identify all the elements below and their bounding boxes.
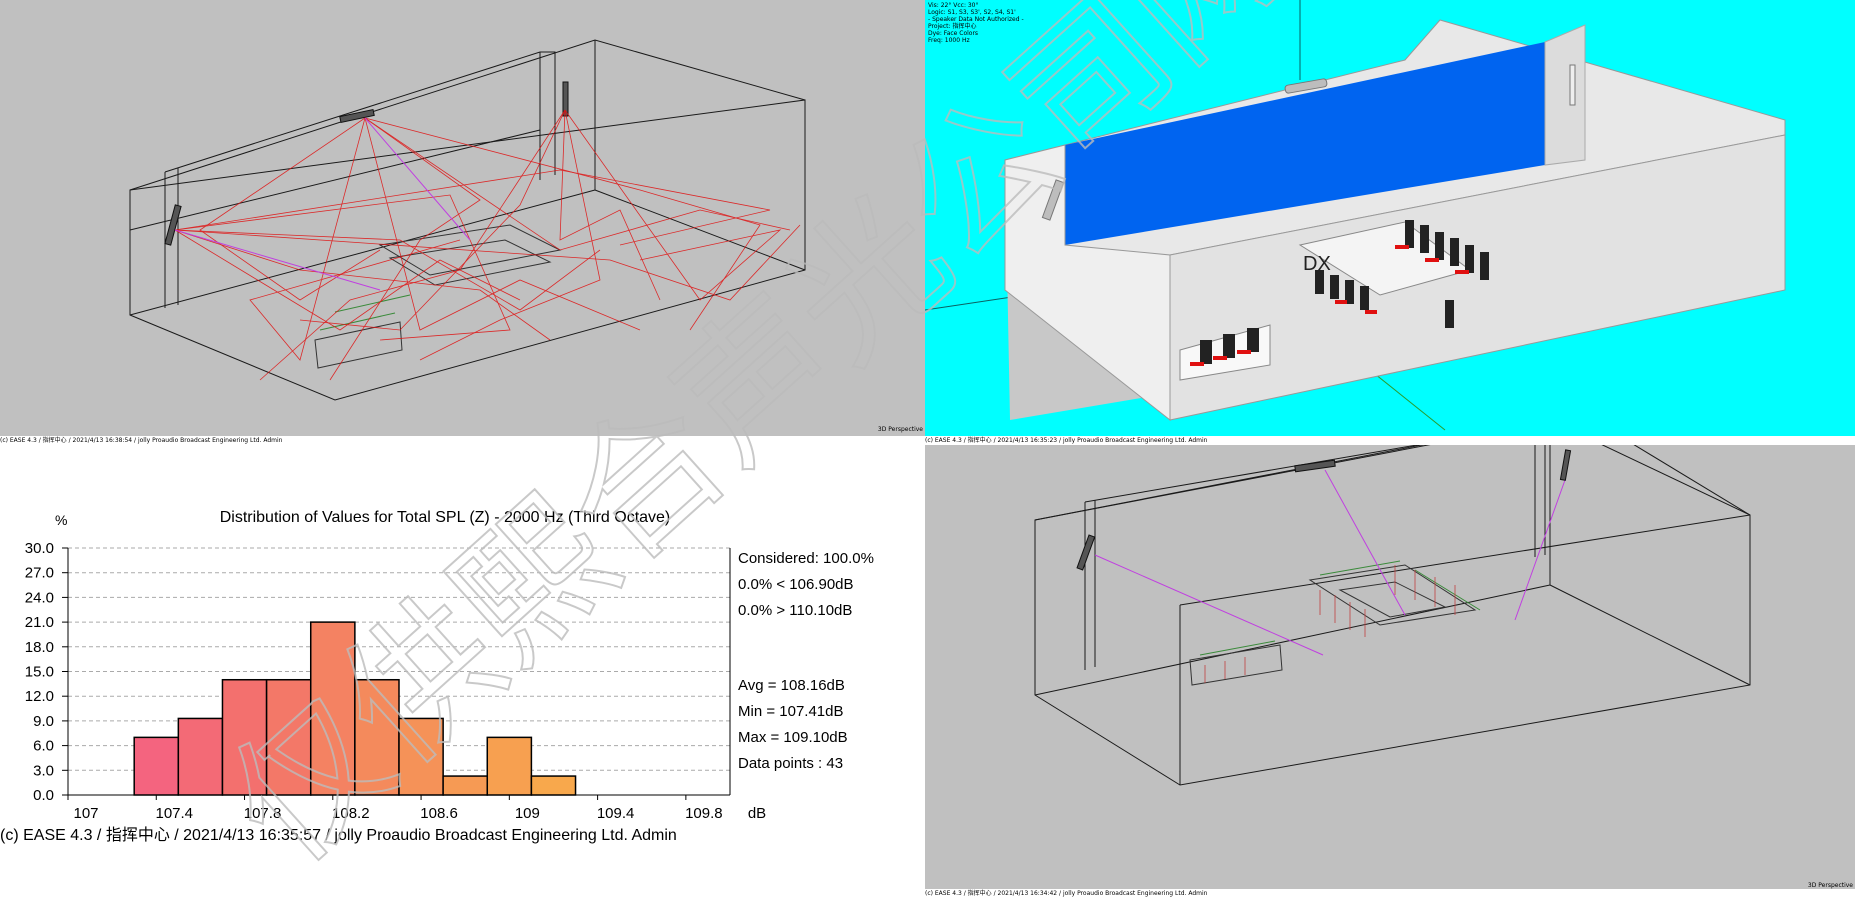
x-tick-label: 107.4 xyxy=(155,805,193,822)
histogram-bar xyxy=(442,775,489,796)
status-bar: (c) EASE 4.3 / 指挥中心 / 2021/4/13 16:38:54… xyxy=(0,436,925,445)
y-tick-label: 24.0 xyxy=(25,589,54,606)
x-axis-label: dB xyxy=(748,805,766,822)
histogram-bar xyxy=(221,678,268,796)
spl-histogram: Distribution of Values for Total SPL (Z)… xyxy=(0,509,874,844)
y-tick-label: 6.0 xyxy=(33,738,54,755)
room-wireframe xyxy=(1034,445,1751,786)
histogram-bar xyxy=(177,717,224,796)
room-wireframe xyxy=(129,39,806,401)
stat-text: 0.0% < 106.90dB xyxy=(738,576,854,593)
stat-text: Max = 109.10dB xyxy=(738,729,848,746)
stat-text: Min = 107.41dB xyxy=(738,703,844,720)
direct-rays xyxy=(1094,469,1566,656)
y-axis-label: % xyxy=(55,512,67,528)
side-wall xyxy=(1544,24,1586,166)
speaker-icons xyxy=(164,81,569,246)
histogram-bar xyxy=(265,678,312,796)
stat-text: Considered: 100.0% xyxy=(738,550,874,567)
histogram-bar xyxy=(133,736,180,796)
stat-text: Avg = 108.16dB xyxy=(738,677,845,694)
histogram-footer: (c) EASE 4.3 / 指挥中心 / 2021/4/13 16:35:57… xyxy=(0,826,677,844)
direct-rays xyxy=(174,117,471,291)
x-tick-label: 109.4 xyxy=(597,805,635,822)
y-tick-label: 15.0 xyxy=(25,664,54,681)
x-tick-label: 108.2 xyxy=(332,805,370,822)
ray-paths xyxy=(174,109,801,381)
room-label: DX xyxy=(1303,253,1331,275)
x-tick-label: 108.6 xyxy=(420,805,458,822)
stat-text: Data points : 43 xyxy=(738,755,843,772)
speaker-icons xyxy=(1076,449,1572,571)
spl-histogram-panel: Distribution of Values for Total SPL (Z)… xyxy=(0,445,925,898)
y-tick-label: 27.0 xyxy=(25,565,54,582)
render-info: Vis: 22° Vcc: 30° Logic: S1, S3, S3', S2… xyxy=(928,2,1024,44)
status-bar: (c) EASE 4.3 / 指挥中心 / 2021/4/13 16:34:42… xyxy=(925,889,1855,898)
y-tick-label: 30.0 xyxy=(25,540,54,557)
chart-title: Distribution of Values for Total SPL (Z)… xyxy=(220,509,671,526)
x-tick-label: 109 xyxy=(515,805,540,822)
y-tick-label: 9.0 xyxy=(33,713,54,730)
y-tick-label: 18.0 xyxy=(25,639,54,656)
render-viewport[interactable]: DX xyxy=(925,0,1855,445)
view-bottom-right-wireframe[interactable]: 3D Perspective (c) EASE 4.3 / 指挥中心 / 202… xyxy=(925,445,1855,898)
histogram-bar xyxy=(530,775,577,796)
view-top-right-render[interactable]: DX Vis: 22° Vcc: 30° Logic: S1, S3, S3',… xyxy=(925,0,1855,445)
view-top-left-raytrace[interactable]: 3D Perspective (c) EASE 4.3 / 指挥中心 / 202… xyxy=(0,0,925,445)
x-tick-label: 107 xyxy=(73,805,98,822)
wireframe-viewport[interactable] xyxy=(925,445,1855,898)
y-tick-label: 12.0 xyxy=(25,688,54,705)
stat-text: 0.0% > 110.10dB xyxy=(738,602,852,619)
x-tick-label: 109.8 xyxy=(685,805,723,822)
view-mode-label: 3D Perspective xyxy=(877,426,923,433)
raytrace-viewport[interactable] xyxy=(0,0,925,445)
histogram-bar xyxy=(309,621,356,796)
histogram-bar xyxy=(486,736,533,796)
status-bar: (c) EASE 4.3 / 指挥中心 / 2021/4/13 16:35:23… xyxy=(925,436,1855,445)
y-tick-label: 0.0 xyxy=(33,787,54,804)
chair-frames xyxy=(1204,565,1456,683)
view-mode-label: 3D Perspective xyxy=(1807,882,1853,889)
y-tick-label: 21.0 xyxy=(25,614,54,631)
x-tick-label: 107.8 xyxy=(244,805,282,822)
histogram-bar xyxy=(354,678,400,796)
y-tick-label: 3.0 xyxy=(33,762,54,779)
histogram-bar xyxy=(398,717,444,796)
